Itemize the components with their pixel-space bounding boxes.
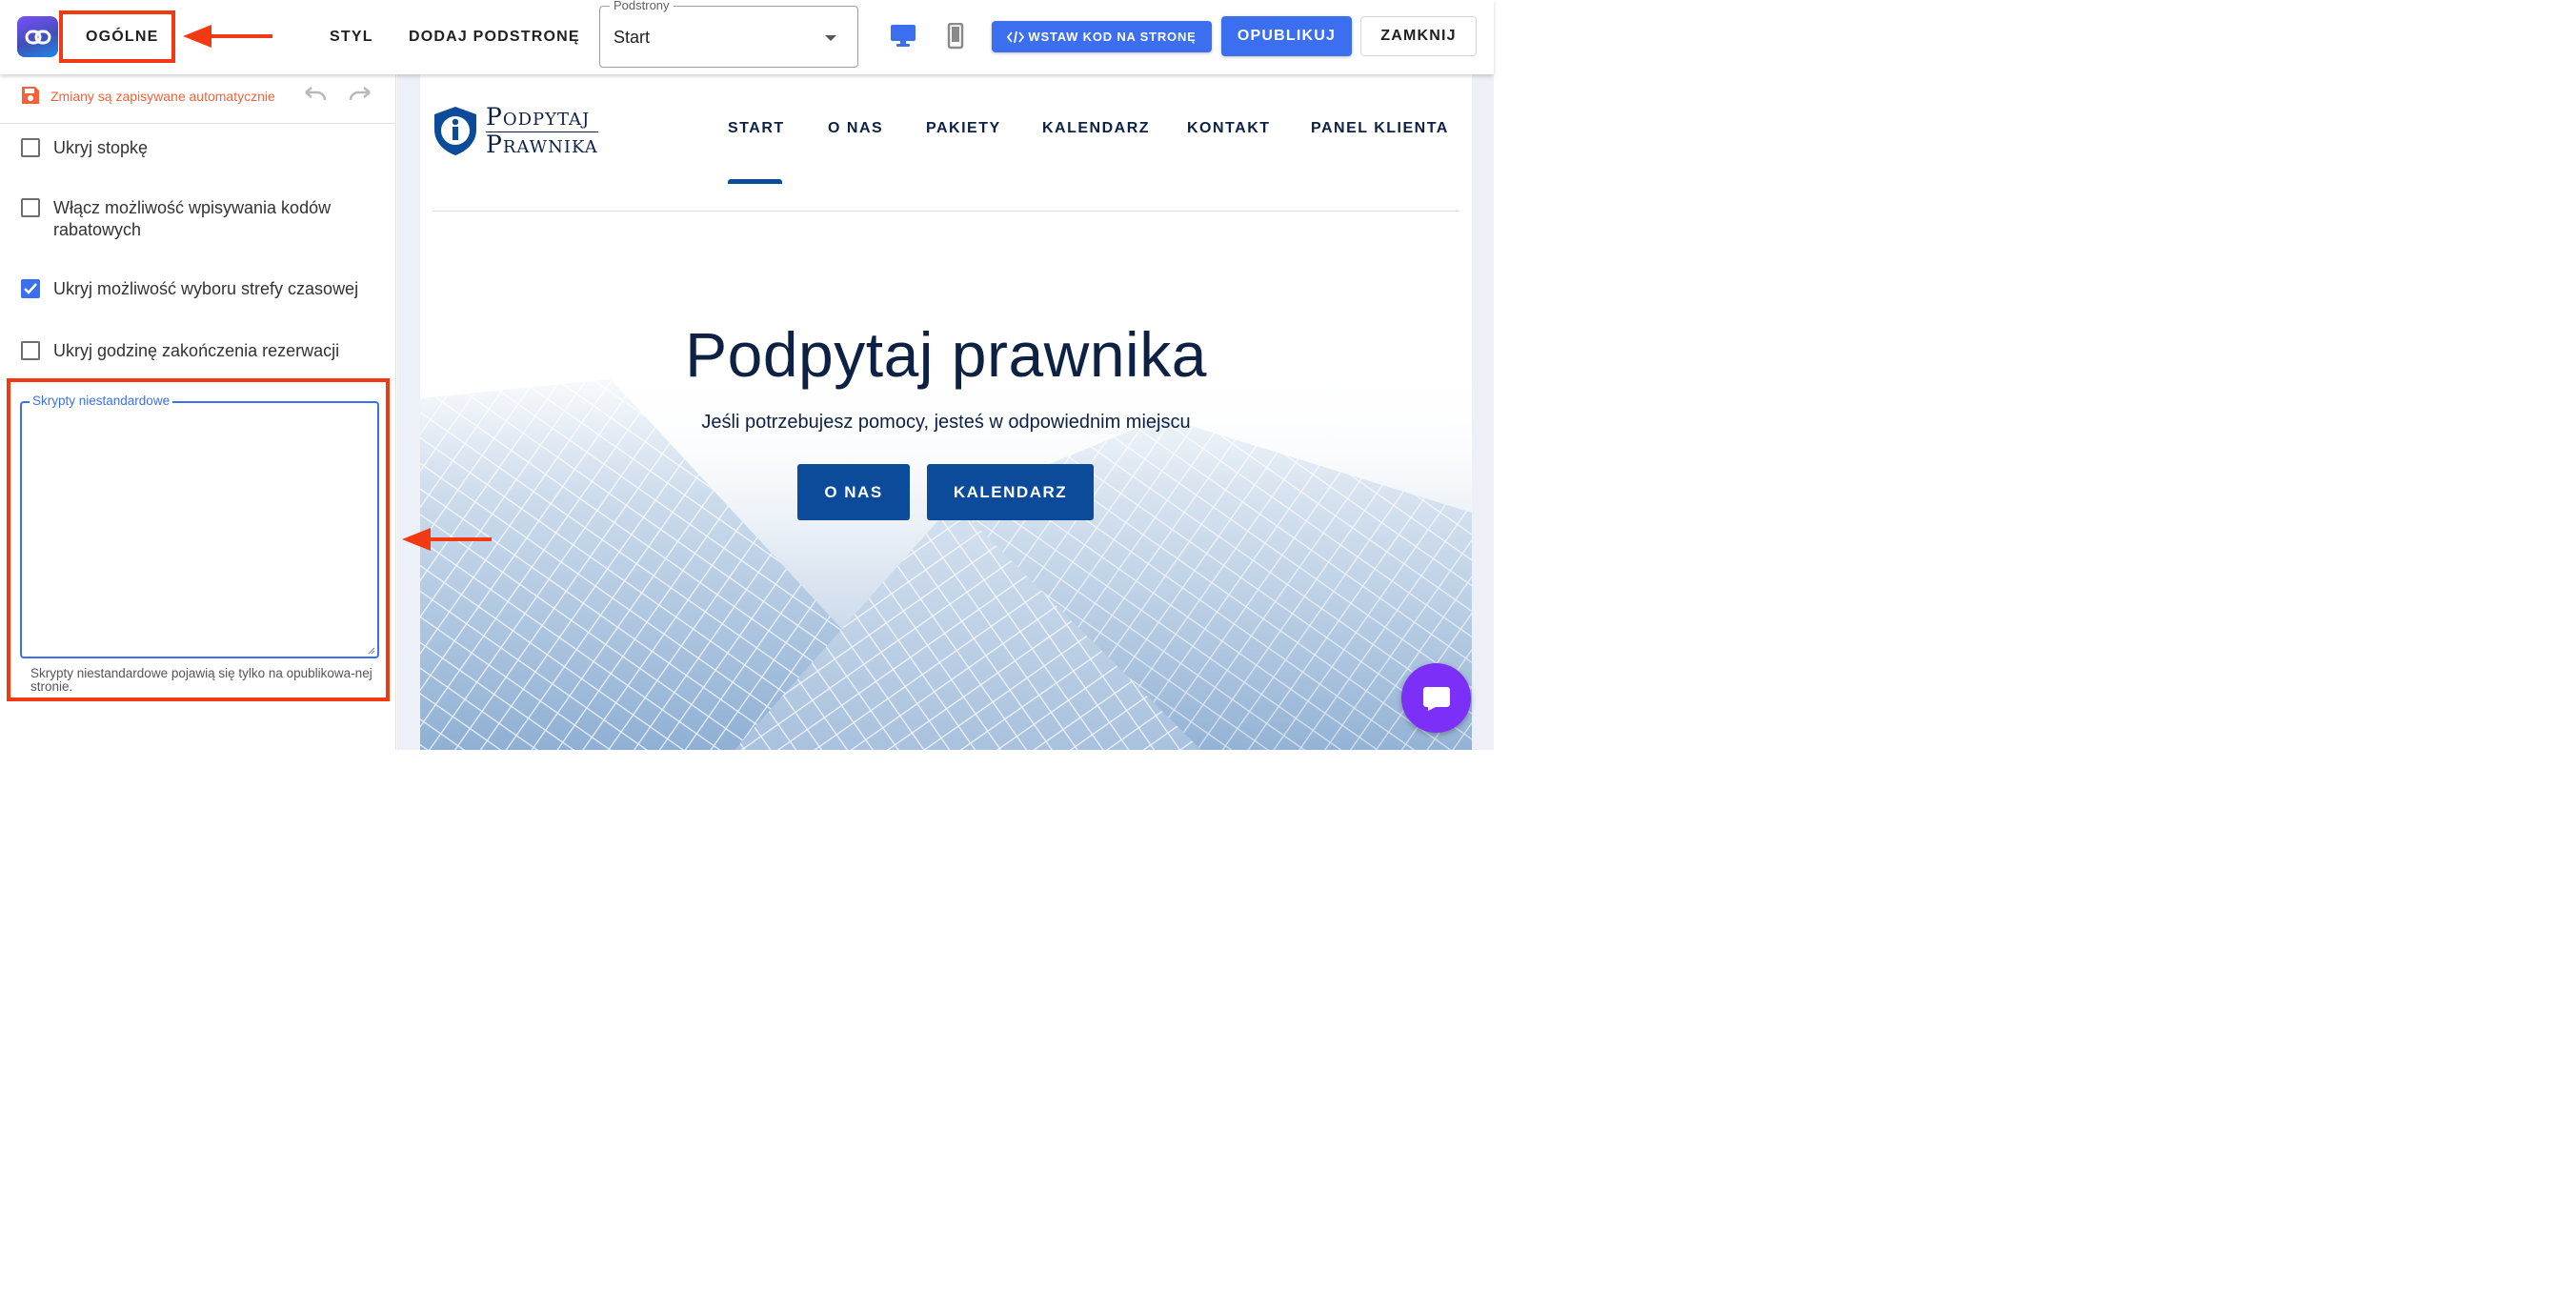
site-logo-line2: Prawnika <box>486 131 598 158</box>
insert-code-button[interactable]: WSTAW KOD NA STRONĘ <box>992 21 1212 52</box>
desktop-view-button[interactable] <box>890 23 916 52</box>
arrow-left-icon <box>183 25 272 48</box>
undo-icon[interactable] <box>301 86 328 105</box>
mobile-view-button[interactable] <box>947 22 964 54</box>
site-preview: Podpytaj Prawnika START O NAS PAKIETY KA… <box>420 74 1472 750</box>
arrow-left-icon <box>402 528 492 551</box>
app-logo <box>17 16 58 57</box>
checkbox-hide-end-time[interactable] <box>21 341 40 360</box>
subpage-select-value: Start <box>614 28 651 47</box>
desktop-icon <box>891 25 916 47</box>
option-hide-timezone[interactable]: Ukryj możliwość wyboru strefy czasowej <box>21 278 368 300</box>
hero-about-button[interactable]: O NAS <box>797 464 910 520</box>
option-label: Ukryj możliwość wyboru strefy czasowej <box>53 279 359 298</box>
site-nav-start[interactable]: START <box>728 120 785 137</box>
highlight-box-general-tab <box>59 10 175 63</box>
site-nav-kalendarz[interactable]: KALENDARZ <box>1042 120 1150 137</box>
checkbox-hide-timezone[interactable] <box>21 279 40 298</box>
hero-subtitle: Jeśli potrzebujesz pomocy, jesteś w odpo… <box>701 412 1191 433</box>
checkbox-hide-footer[interactable] <box>21 138 40 157</box>
option-label: Włącz możliwość wpisywania kodów rabatow… <box>53 198 332 239</box>
site-logo[interactable]: Podpytaj Prawnika <box>433 103 598 157</box>
hero-title: Podpytaj prawnika <box>685 319 1207 390</box>
insert-code-label: WSTAW KOD NA STRONĘ <box>1028 30 1197 44</box>
save-icon <box>22 87 39 104</box>
checkbox-discount-codes[interactable] <box>21 198 40 217</box>
publish-button[interactable]: OPUBLIKUJ <box>1221 16 1352 56</box>
site-nav-kontakt[interactable]: KONTAKT <box>1187 120 1271 137</box>
redo-icon[interactable] <box>348 86 374 105</box>
site-logo-icon <box>434 106 476 155</box>
subpage-select-label: Podstrony <box>610 0 674 12</box>
option-label: Ukryj stopkę <box>53 138 149 157</box>
site-nav-active-indicator <box>728 179 782 184</box>
hero-calendar-button[interactable]: KALENDARZ <box>927 464 1094 520</box>
autosave-status: Zmiany są zapisywane automatycznie <box>50 89 275 104</box>
code-icon <box>1007 30 1025 43</box>
checkmark-icon <box>24 283 37 294</box>
option-hide-end-time[interactable]: Ukryj godzinę zakończenia rezerwacji <box>21 340 368 362</box>
site-nav-pakiety[interactable]: PAKIETY <box>926 120 1001 137</box>
option-hide-footer[interactable]: Ukryj stopkę <box>21 137 368 159</box>
highlight-box-custom-scripts <box>7 378 390 701</box>
subpage-select[interactable]: Podstrony Start <box>599 0 858 68</box>
chat-icon <box>1422 686 1450 711</box>
chevron-down-icon <box>825 35 836 41</box>
site-logo-text: Podpytaj Prawnika <box>486 103 598 157</box>
option-discount-codes[interactable]: Włącz możliwość wpisywania kodów rabatow… <box>21 197 368 241</box>
chat-button[interactable] <box>1401 663 1471 733</box>
site-nav-o-nas[interactable]: O NAS <box>828 120 883 137</box>
tab-add-subpage[interactable]: DODAJ PODSTRONĘ <box>409 0 580 74</box>
option-label: Ukryj godzinę zakończenia rezerwacji <box>53 341 340 360</box>
link-icon <box>25 30 50 44</box>
close-button[interactable]: ZAMKNIJ <box>1360 16 1477 56</box>
autosave-bar: Zmiany są zapisywane automatycznie <box>0 74 396 124</box>
site-header-divider <box>433 211 1459 212</box>
site-nav-panel-klienta[interactable]: PANEL KLIENTA <box>1311 120 1449 137</box>
tab-style[interactable]: STYL <box>330 0 373 74</box>
mobile-icon <box>947 22 964 50</box>
site-logo-line1: Podpytaj <box>486 103 598 132</box>
